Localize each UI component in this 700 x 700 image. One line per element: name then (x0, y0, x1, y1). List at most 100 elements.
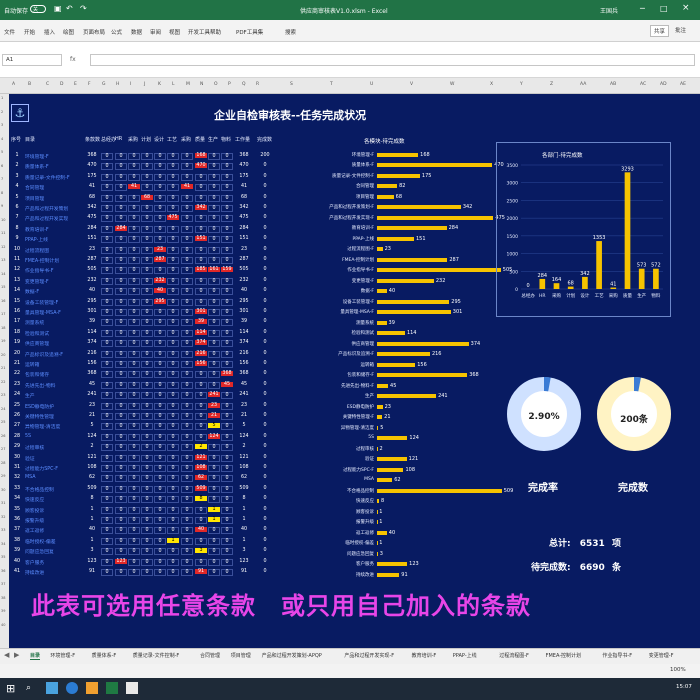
comment-button[interactable]: 批注 (675, 26, 686, 34)
row-number[interactable]: 28 (1, 461, 5, 465)
table-row[interactable]: 28 5S 124 0 0 0 0 0 0 0 0 124 0 124 0 (9, 433, 279, 443)
table-row[interactable]: 39 问题应急回复 3 0 0 0 0 0 0 0 3 0 0 3 0 (9, 547, 279, 557)
column-header[interactable]: AD (660, 82, 667, 87)
row-number[interactable]: 10 (1, 218, 5, 222)
row-number[interactable]: 31 (1, 501, 5, 505)
row-number[interactable]: 3 (1, 123, 3, 127)
table-row[interactable]: 13 变更管理-F 232 0 0 0 0 232 0 0 0 0 0 232 0 (9, 277, 279, 287)
column-header[interactable]: D (60, 82, 63, 87)
table-row[interactable]: 6 产品和过程开发策划 342 0 0 0 0 0 0 0 342 0 0 342 0 (9, 204, 279, 214)
ribbon-tab[interactable]: PDF工具集 (236, 28, 263, 36)
row-number[interactable]: 27 (1, 447, 5, 451)
table-row[interactable]: 20 产品标识及追溯-F 216 0 0 0 0 0 0 0 216 0 0 216 0 (9, 350, 279, 360)
table-row[interactable]: 34 快速反应 8 0 0 0 0 0 0 0 8 0 0 8 0 (9, 495, 279, 505)
row-number[interactable]: 33 (1, 528, 5, 532)
column-header[interactable]: J (144, 82, 145, 87)
column-header[interactable]: AC (640, 82, 646, 87)
row-number[interactable]: 20 (1, 353, 5, 357)
sheet-tab[interactable]: 项目管理 (231, 652, 251, 659)
row-number[interactable]: 29 (1, 474, 5, 478)
column-header[interactable]: AA (580, 82, 586, 87)
table-row[interactable]: 12 作业指导书-F 505 0 0 0 0 0 0 0 185 161 159 505 0 (9, 266, 279, 276)
column-header[interactable]: N (200, 82, 203, 87)
row-number[interactable]: 21 (1, 366, 5, 370)
maximize-icon[interactable]: □ (660, 4, 668, 13)
row-number[interactable]: 1 (1, 96, 3, 100)
sheet-tab[interactable]: 质量记录-文件控制-F (133, 652, 180, 659)
row-number[interactable]: 34 (1, 542, 5, 546)
ribbon-tab[interactable]: 绘图 (63, 28, 74, 36)
row-number[interactable]: 38 (1, 596, 5, 600)
autosave-toggle[interactable]: 关 (30, 5, 46, 13)
column-header[interactable]: W (450, 82, 454, 87)
table-row[interactable]: 8 教育培训-F 284 0 284 0 0 0 0 0 0 0 0 284 0 (9, 225, 279, 235)
minimize-icon[interactable]: ─ (640, 4, 645, 13)
sheet-tab[interactable]: 环境管理-F (50, 652, 75, 659)
redo-icon[interactable]: ↷ (80, 4, 87, 13)
row-number[interactable]: 32 (1, 515, 5, 519)
column-header[interactable]: S (290, 82, 293, 87)
table-row[interactable]: 24 生产 241 0 0 0 0 0 0 0 0 241 0 241 0 (9, 391, 279, 401)
column-header[interactable]: C (46, 82, 49, 87)
row-number[interactable]: 37 (1, 582, 5, 586)
table-row[interactable]: 30 验证 121 0 0 0 0 0 0 0 121 0 0 121 0 (9, 454, 279, 464)
table-row[interactable]: 5 项目管理 68 0 0 0 68 0 0 0 0 0 0 68 0 (9, 194, 279, 204)
row-number[interactable]: 6 (1, 164, 3, 168)
column-header[interactable]: Z (550, 82, 553, 87)
name-box[interactable]: A1 (2, 54, 62, 66)
sheet-tab[interactable]: 变更管理-F (649, 652, 674, 659)
sheet-tab[interactable]: PPAP-上线 (453, 652, 477, 659)
row-number[interactable]: 13 (1, 258, 5, 262)
table-row[interactable]: 1 环境管理-F 368 0 0 0 0 0 0 0 168 0 0 368 200 (9, 152, 279, 162)
sheet-tab[interactable]: 过程流程图-F (499, 652, 529, 659)
row-number[interactable]: 30 (1, 488, 5, 492)
table-row[interactable]: 35 顾客投诉 1 0 0 0 0 0 0 0 0 1 0 1 0 (9, 506, 279, 516)
formula-input[interactable] (90, 54, 695, 66)
undo-icon[interactable]: ↶ (66, 4, 73, 13)
row-number[interactable]: 35 (1, 555, 5, 559)
close-icon[interactable]: × (682, 3, 690, 13)
column-header[interactable]: I (130, 82, 131, 87)
column-header[interactable]: F (88, 82, 91, 87)
column-header[interactable]: H (116, 82, 119, 87)
sheet-tab[interactable]: 教育培训-F (412, 652, 437, 659)
column-header[interactable]: AE (680, 82, 686, 87)
table-row[interactable]: 32 MSA 62 0 0 0 0 0 0 0 62 0 0 62 0 (9, 474, 279, 484)
row-number[interactable]: 25 (1, 420, 5, 424)
folder-icon[interactable] (86, 682, 98, 694)
column-header[interactable]: A (12, 82, 15, 87)
table-row[interactable]: 11 FMEA-控制计划 287 0 0 0 0 287 0 0 0 0 0 287 0 (9, 256, 279, 266)
column-header[interactable]: P (228, 82, 231, 87)
column-header[interactable]: K (158, 82, 161, 87)
table-row[interactable]: 10 过程流程图 23 0 0 0 0 23 0 0 0 0 0 23 0 (9, 246, 279, 256)
share-button[interactable]: 共享 (650, 25, 670, 37)
table-row[interactable]: 7 产品和过程开发实现 475 0 0 0 0 0 475 0 0 0 0 475 0 (9, 214, 279, 224)
ribbon-tab[interactable]: 页面布局 (83, 28, 105, 36)
column-header[interactable]: E (74, 82, 77, 87)
column-header[interactable]: R (256, 82, 259, 87)
table-row[interactable]: 25 ESD静电防护 23 0 0 0 0 0 0 0 0 23 0 23 0 (9, 402, 279, 412)
row-number[interactable]: 17 (1, 312, 5, 316)
sheet-tab[interactable]: 作业指导书-F (602, 652, 632, 659)
table-row[interactable]: 33 不合格品控制 509 0 0 0 0 0 0 0 509 0 0 509 0 (9, 485, 279, 495)
row-number[interactable]: 24 (1, 407, 5, 411)
table-row[interactable]: 26 关键特性管理 21 0 0 0 0 0 0 0 0 21 0 21 0 (9, 412, 279, 422)
table-row[interactable]: 41 持续改进 91 0 0 0 0 0 0 0 91 0 0 91 0 (9, 568, 279, 578)
zoom-level[interactable]: 100% (670, 667, 686, 673)
table-row[interactable]: 17 测量系统 39 0 0 0 0 0 0 0 39 0 0 39 0 (9, 318, 279, 328)
table-row[interactable]: 21 运转箱 156 0 0 0 0 0 0 0 156 0 0 156 0 (9, 360, 279, 370)
tab-scroll-left-icon[interactable]: ◀ (4, 651, 9, 659)
user-name[interactable]: 王国兵 (600, 6, 618, 15)
excel-icon[interactable] (106, 682, 118, 694)
table-row[interactable]: 14 数据-F 40 0 0 0 0 40 0 0 0 0 0 40 0 (9, 287, 279, 297)
table-row[interactable]: 18 检验和测试 114 0 0 0 0 0 0 0 114 0 0 114 0 (9, 329, 279, 339)
table-row[interactable]: 16 量具管理-MSA-F 301 0 0 0 0 0 0 0 301 0 0 301 0 (9, 308, 279, 318)
row-number[interactable]: 12 (1, 245, 5, 249)
row-number[interactable]: 7 (1, 177, 3, 181)
row-number[interactable]: 2 (1, 110, 3, 114)
start-icon[interactable]: ⊞ (6, 682, 15, 695)
table-row[interactable]: 3 质量记录-文件控制-F 175 0 0 0 0 0 0 0 0 0 0 175 0 (9, 173, 279, 183)
sheet-tab[interactable]: FMEA-控制计划 (546, 652, 581, 659)
column-header[interactable]: X (490, 82, 493, 87)
row-number[interactable]: 22 (1, 380, 5, 384)
